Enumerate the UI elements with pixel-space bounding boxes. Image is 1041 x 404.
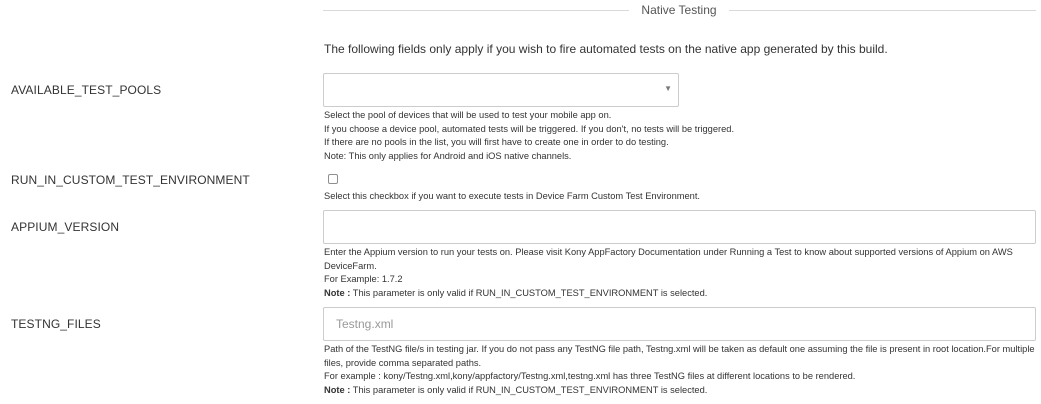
example-text: For example : kony/Testng.xml,kony/appfa… xyxy=(324,371,856,382)
testng-files-input[interactable] xyxy=(323,307,1036,341)
note-text: This parameter is only valid if RUN_IN_C… xyxy=(350,384,708,395)
note-line: Note : This parameter is only valid if R… xyxy=(324,384,1036,398)
note-line: Note : This parameter is only valid if R… xyxy=(324,287,1036,301)
help-line: If there are no pools in the list, you w… xyxy=(324,137,669,148)
test-pools-label: AVAILABLE_TEST_POOLS xyxy=(11,83,162,97)
example-text: For Example: 1.7.2 xyxy=(324,274,403,285)
intro-text: The following fields only apply if you w… xyxy=(324,42,888,56)
note-text: This parameter is only valid if RUN_IN_C… xyxy=(350,287,708,298)
help-line: Note: This only applies for Android and … xyxy=(324,150,572,161)
appium-version-help: Enter the Appium version to run your tes… xyxy=(324,246,1036,300)
chevron-down-icon: ▼ xyxy=(664,84,672,93)
custom-env-help: Select this checkbox if you want to exec… xyxy=(324,191,700,201)
help-line: If you choose a device pool, automated t… xyxy=(324,123,735,134)
section-title: Native Testing xyxy=(641,3,717,17)
note-label: Note : xyxy=(324,384,351,395)
section-header-native-testing: Native Testing xyxy=(323,0,1036,22)
appium-version-input[interactable] xyxy=(323,210,1036,244)
appium-version-label: APPIUM_VERSION xyxy=(11,220,120,234)
help-text: Enter the Appium version to run your tes… xyxy=(324,247,1013,271)
note-label: Note : xyxy=(324,287,351,298)
section-divider-right xyxy=(729,10,1036,11)
section-divider-left xyxy=(323,10,629,11)
testng-files-help: Path of the TestNG file/s in testing jar… xyxy=(324,343,1036,397)
test-pools-select[interactable]: ▼ xyxy=(323,73,679,107)
custom-env-checkbox[interactable] xyxy=(328,174,338,184)
custom-env-label: RUN_IN_CUSTOM_TEST_ENVIRONMENT xyxy=(11,173,250,187)
test-pools-help: Select the pool of devices that will be … xyxy=(324,109,734,163)
help-line: Select the pool of devices that will be … xyxy=(324,110,612,120)
testng-files-label: TESTNG_FILES xyxy=(11,317,101,331)
help-text: Path of the TestNG file/s in testing jar… xyxy=(324,344,1035,368)
